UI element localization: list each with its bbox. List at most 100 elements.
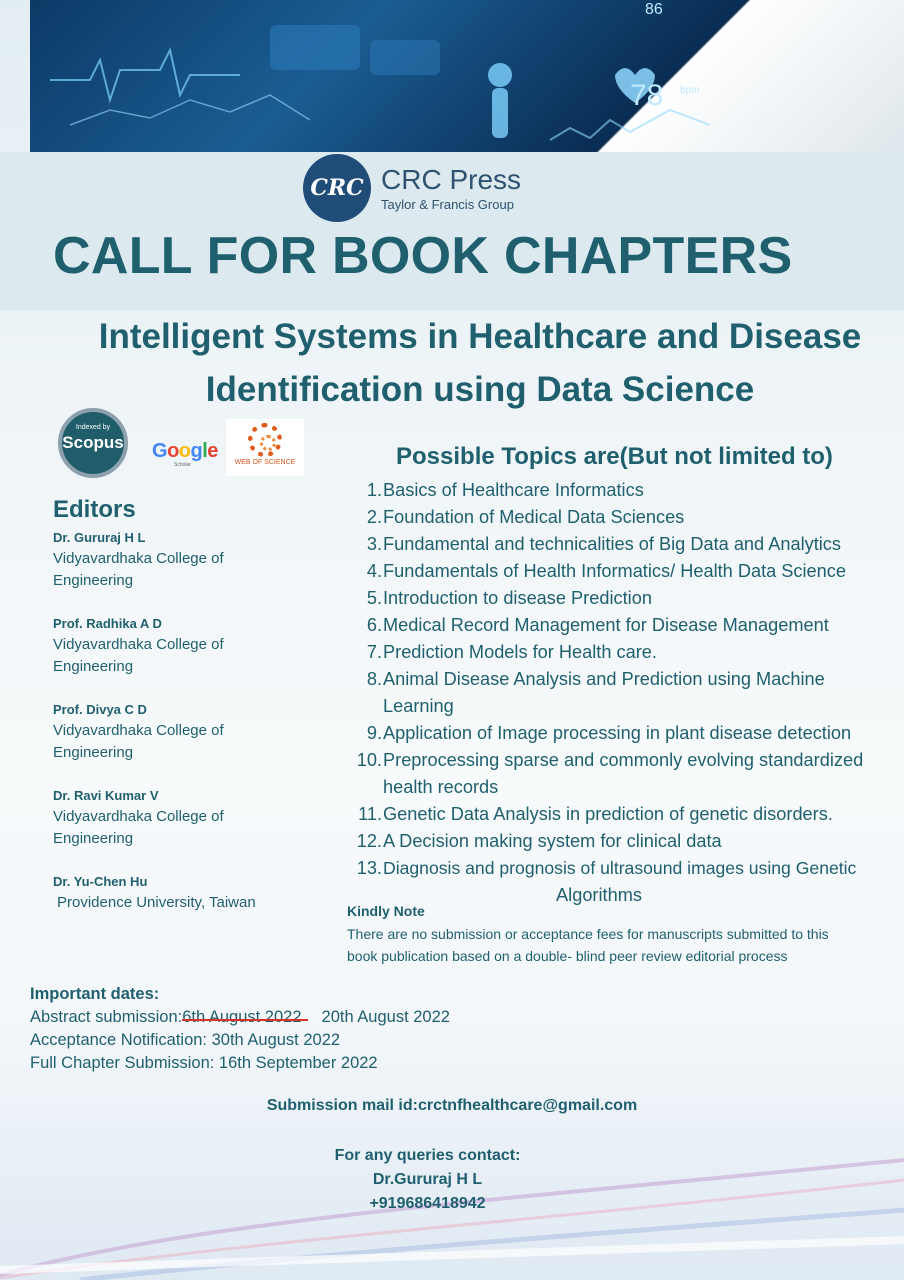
topic-item: 1. Basics of Healthcare Informatics [348, 477, 904, 504]
editor-affiliation: Vidyavardhaka College of [53, 722, 224, 739]
topic-item: 4. Fundamentals of Health Informatics/ He… [348, 558, 904, 585]
topics-heading: Possible Topics are(But not limited to) [396, 443, 833, 470]
kindly-note-heading: Kindly Note [347, 903, 425, 919]
publisher-name: CRC Press [381, 163, 522, 195]
topic-number: 3. [366, 534, 382, 554]
topic-text: Foundation of Medical Data Sciences [383, 507, 685, 527]
web-of-science-label: WEB OF SCIENCE [234, 459, 296, 466]
editor-name: Prof. Radhika A D [53, 616, 162, 631]
topic-number: 10. [356, 750, 382, 770]
abstract-new-date: 20th August 2022 [321, 1008, 450, 1026]
important-dates-heading: Important dates: [30, 985, 160, 1003]
editor-affiliation: Vidyavardhaka College of [53, 808, 224, 825]
editor-entry: Dr. Gururaj H L Vidyavardhaka College of… [53, 528, 333, 592]
editor-entry: Prof. Radhika A D Vidyavardhaka College … [53, 614, 333, 678]
editor-name: Prof. Divya C D [53, 702, 147, 717]
topic-number: 12. [356, 831, 382, 851]
crc-logo-icon: CRC [303, 154, 371, 222]
body-figure-icon [488, 63, 512, 87]
publisher-logo: CRC CRC Press Taylor & Francis Group [303, 154, 521, 222]
editor-affiliation: Vidyavardhaka College of [53, 550, 224, 567]
editor-name: Dr. Ravi Kumar V [53, 788, 159, 803]
topic-item: 9. Application of Image processing in pla… [348, 720, 904, 747]
topic-text: Genetic Data Analysis in prediction of g… [383, 804, 833, 824]
editor-affiliation: Engineering [53, 572, 134, 589]
topic-text: Basics of Healthcare Informatics [383, 480, 644, 500]
google-scholar-sublabel: Scholar [174, 462, 191, 468]
submission-email: Submission mail id:crctnfhealthcare@gmai… [266, 1097, 638, 1114]
editors-list: Dr. Gururaj H L Vidyavardhaka College of… [53, 528, 333, 936]
topic-text: Preprocessing sparse and commonly evolvi… [383, 750, 864, 797]
scopus-badge: Indexed by Scopus [58, 408, 128, 478]
call-for-chapters-heading: CALL FOR BOOK CHAPTERS [53, 227, 793, 285]
topic-item: 6. Medical Record Management for Disease … [348, 612, 904, 639]
contact-name: Dr.Gururaj H L [372, 1171, 483, 1188]
topic-number: 7. [366, 642, 382, 662]
editor-entry: Prof. Divya C D Vidyavardhaka College of… [53, 700, 333, 764]
topic-text: Fundamental and technicalities of Big Da… [383, 534, 841, 554]
topic-item: 5. Introduction to disease Prediction [348, 585, 904, 612]
web-of-science-icon [248, 423, 282, 457]
topic-item: 2. Foundation of Medical Data Sciences [348, 504, 904, 531]
editor-affiliation: Engineering [53, 744, 134, 761]
book-title: Intelligent Systems in Healthcare and Di… [60, 310, 900, 416]
topic-item: 12. A Decision making system for clinical… [348, 828, 904, 855]
top-digits: 86 [645, 1, 663, 18]
editors-heading: Editors [53, 496, 136, 523]
topic-text: Prediction Models for Health care. [383, 642, 657, 662]
editor-affiliation: Engineering [53, 658, 134, 675]
acceptance-notification-date: Acceptance Notification: 30th August 202… [30, 1031, 341, 1049]
editor-affiliation: Vidyavardhaka College of [53, 636, 224, 653]
topic-text: Introduction to disease Prediction [383, 588, 652, 608]
topic-text: A Decision making system for clinical da… [383, 831, 722, 851]
topic-item: 8. Animal Disease Analysis and Prediction… [348, 666, 904, 720]
abstract-old-date: 6th August 2022 [182, 1008, 302, 1026]
topic-number: 2. [366, 507, 382, 527]
topic-item: 3. Fundamental and technicalities of Big … [348, 531, 904, 558]
book-title-line-2: Identification using Data Science [205, 370, 755, 409]
important-dates: Important dates: Abstract submission:6th… [30, 983, 530, 1075]
editor-affiliation: Providence University, Taiwan [57, 894, 256, 911]
topics-list: 1. Basics of Healthcare Informatics 2. Fou… [348, 477, 904, 909]
topic-item: 11. Genetic Data Analysis in prediction o… [348, 801, 904, 828]
scopus-badge-small-text: Indexed by [75, 424, 111, 431]
topic-number: 4. [366, 561, 382, 581]
topic-text: Application of Image processing in plant… [383, 723, 852, 743]
editor-name: Dr. Yu-Chen Hu [53, 874, 148, 889]
topic-number: 1. [366, 480, 382, 500]
topic-number: 8. [366, 669, 382, 689]
bpm-readout: 78 [630, 79, 663, 112]
contact-info: For any queries contact: Dr.Gururaj H L … [260, 1144, 595, 1216]
topic-text: Animal Disease Analysis and Prediction u… [383, 669, 825, 716]
contact-heading: For any queries contact: [334, 1147, 521, 1164]
topic-item: 7. Prediction Models for Health care. [348, 639, 904, 666]
topic-number: 6. [366, 615, 382, 635]
publisher-subtitle: Taylor & Francis Group [381, 196, 514, 212]
scopus-badge-label: Scopus [62, 433, 124, 452]
editor-entry: Dr. Yu-Chen Hu Providence University, Ta… [53, 872, 333, 914]
topic-text: Medical Record Management for Disease Ma… [383, 615, 829, 635]
editor-affiliation: Engineering [53, 830, 134, 847]
topic-item: 13. Diagnosis and prognosis of ultrasound… [348, 855, 904, 909]
topic-text-continuation: Algorithms [556, 885, 642, 905]
topic-number: 9. [366, 723, 382, 743]
google-scholar-logo: Google [152, 440, 218, 462]
healthcare-tablet-graphic: 78 bpm 86 [50, 1, 711, 141]
topic-number: 5. [366, 588, 382, 608]
full-chapter-submission-date: Full Chapter Submission: 16th September … [30, 1054, 378, 1072]
topic-text: Fundamentals of Health Informatics/ Heal… [383, 561, 846, 581]
editor-entry: Dr. Ravi Kumar V Vidyavardhaka College o… [53, 786, 333, 850]
web-of-science-logo: WEB OF SCIENCE [226, 419, 304, 476]
bpm-unit: bpm [680, 85, 699, 96]
topic-text: Diagnosis and prognosis of ultrasound im… [383, 858, 857, 878]
abstract-submission-date: Abstract submission:6th August 2022 20th … [30, 1006, 530, 1029]
kindly-note-text: There are no submission or acceptance fe… [347, 926, 829, 964]
abstract-label: Abstract submission: [30, 1008, 183, 1026]
header-image: 78 bpm 86 [30, 0, 904, 152]
editor-name: Dr. Gururaj H L [53, 530, 146, 545]
contact-phone: +919686418942 [369, 1195, 486, 1212]
topic-number: 11. [358, 804, 382, 824]
book-title-line-1: Intelligent Systems in Healthcare and Di… [98, 317, 862, 356]
topic-number: 13. [356, 858, 382, 878]
topic-item: 10. Preprocessing sparse and commonly evo… [348, 747, 904, 801]
